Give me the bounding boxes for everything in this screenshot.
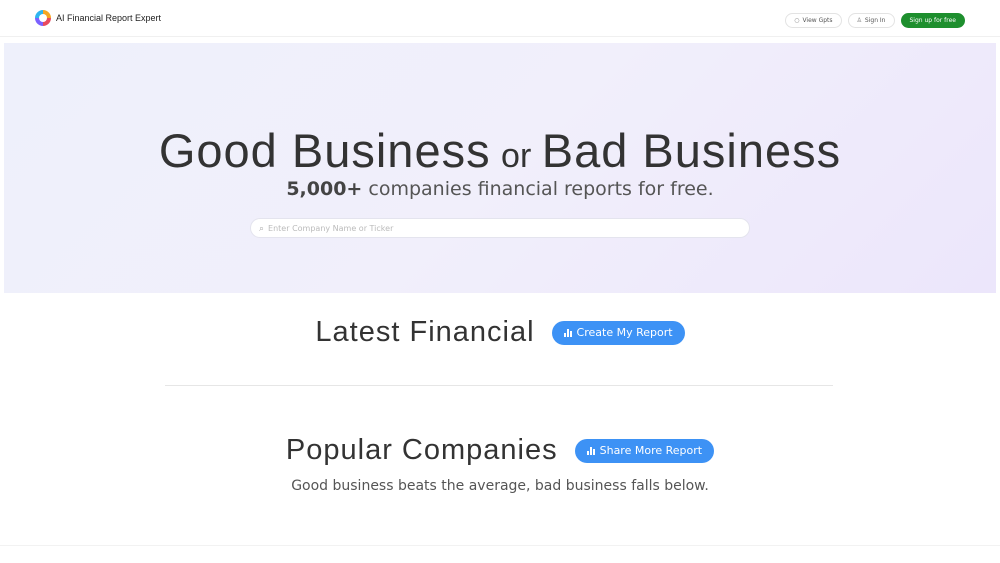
sign-in-label: Sign In: [864, 17, 886, 24]
hero-title: Good Business or Bad Business: [4, 123, 996, 178]
create-report-label: Create My Report: [576, 326, 673, 339]
hero-subtitle-text: companies financial reports for free.: [362, 178, 714, 200]
user-icon: ♙: [856, 17, 862, 24]
search-bar[interactable]: ⌕: [250, 218, 750, 238]
footer-divider: [0, 545, 1000, 546]
header-nav: ○ View Gpts ♙ Sign In Sign up for free: [785, 13, 965, 28]
brand[interactable]: AI Financial Report Expert: [35, 10, 161, 26]
sign-up-label: Sign up for free: [909, 17, 957, 24]
hero-title-or: or: [501, 137, 532, 175]
view-gpts-button[interactable]: ○ View Gpts: [785, 13, 842, 28]
brand-name: AI Financial Report Expert: [56, 13, 162, 23]
sign-in-button[interactable]: ♙ Sign In: [847, 13, 895, 28]
sign-up-button[interactable]: Sign up for free: [900, 13, 965, 28]
share-report-button[interactable]: Share More Report: [574, 438, 715, 463]
search-icon: ⌕: [259, 222, 265, 233]
hero-subtitle: 5,000+ companies financial reports for f…: [4, 178, 996, 200]
brand-logo-icon: [35, 10, 51, 26]
latest-financial-row: Latest Financial Create My Report: [0, 316, 1000, 349]
share-report-label: Share More Report: [599, 444, 703, 457]
hero-section: Good Business or Bad Business 5,000+ com…: [4, 43, 996, 293]
search-input[interactable]: [268, 220, 749, 236]
popular-companies-row: Popular Companies Share More Report: [0, 434, 1000, 467]
bar-chart-icon: [586, 446, 595, 455]
popular-caption: Good business beats the average, bad bus…: [291, 478, 709, 494]
company-count: 5,000+: [286, 178, 363, 200]
section-divider: [165, 385, 833, 386]
popular-companies-title: Popular Companies: [285, 434, 558, 466]
create-report-button[interactable]: Create My Report: [551, 320, 685, 345]
latest-financial-title: Latest Financial: [315, 316, 535, 348]
view-gpts-label: View Gpts: [802, 17, 833, 24]
hero-title-bad: Bad Business: [541, 124, 842, 177]
bar-chart-icon: [563, 328, 572, 337]
top-header: AI Financial Report Expert ○ View Gpts ♙…: [0, 0, 1000, 37]
hero-title-good: Good Business: [158, 124, 491, 177]
chat-icon: ○: [794, 17, 800, 24]
